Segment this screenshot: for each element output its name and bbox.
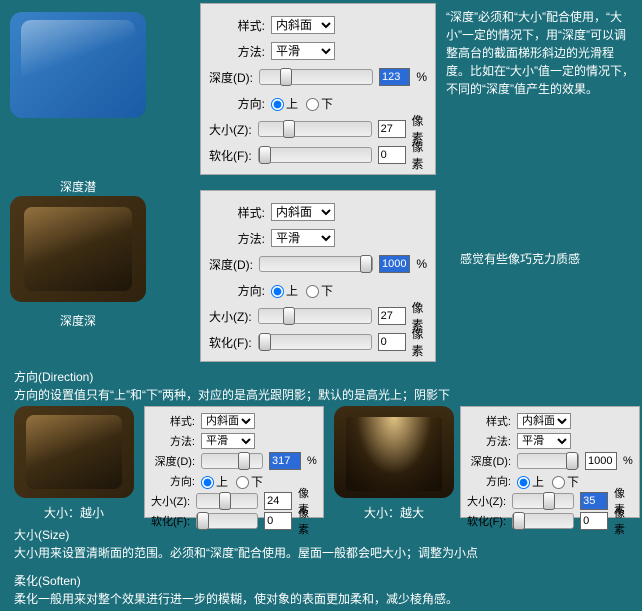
label-method: 方法: bbox=[209, 230, 265, 247]
slider-soft[interactable] bbox=[258, 147, 372, 163]
slider-size[interactable] bbox=[196, 493, 258, 509]
example-blue-deep-low bbox=[10, 12, 146, 118]
input-size[interactable] bbox=[580, 492, 608, 510]
label-depth: 深度(D): bbox=[151, 453, 195, 469]
label-depth: 深度(D): bbox=[209, 69, 253, 86]
slider-soft[interactable] bbox=[196, 513, 258, 529]
select-style[interactable]: 内斜面 bbox=[201, 413, 255, 429]
heading-soften: 柔化(Soften) bbox=[14, 572, 81, 589]
label-dir: 方向: bbox=[209, 282, 265, 299]
radio-down[interactable]: 下 bbox=[306, 95, 333, 112]
caption-b: 深度深 bbox=[10, 312, 146, 329]
label-dir: 方向: bbox=[151, 473, 195, 489]
label-size: 大小(Z): bbox=[209, 121, 252, 138]
label-method: 方法: bbox=[209, 43, 265, 60]
desc-direction: 方向的设置值只有“上”和“下”两种，对应的是高光跟阴影；默认的是高光上；阴影下 bbox=[14, 386, 624, 405]
unit-soft: 像素 bbox=[412, 138, 428, 172]
heading-direction: 方向(Direction) bbox=[14, 368, 93, 385]
slider-depth[interactable] bbox=[259, 256, 373, 272]
unit-soft: 像素 bbox=[412, 325, 428, 359]
unit-depth: % bbox=[307, 455, 317, 467]
label-style: 样式: bbox=[151, 413, 195, 429]
select-method[interactable]: 平滑 bbox=[201, 433, 255, 449]
unit-depth: % bbox=[416, 70, 427, 84]
input-size[interactable] bbox=[264, 492, 292, 510]
slider-depth[interactable] bbox=[517, 453, 579, 469]
caption-d: 大小：越大 bbox=[334, 504, 454, 521]
bevel-panel-a: 样式: 内斜面 方法: 平滑 深度(D):% 方向: 上下 大小(Z): 像素 软化(F… bbox=[200, 3, 436, 175]
slider-size[interactable] bbox=[258, 308, 372, 324]
label-method: 方法: bbox=[467, 433, 511, 449]
radio-down[interactable]: 下 bbox=[306, 282, 333, 299]
slider-size[interactable] bbox=[258, 121, 372, 137]
label-depth: 深度(D): bbox=[209, 256, 253, 273]
caption-c: 大小：越小 bbox=[14, 504, 134, 521]
slider-size[interactable] bbox=[512, 493, 574, 509]
unit-soft: 像素 bbox=[298, 505, 317, 537]
label-size: 大小(Z): bbox=[467, 493, 506, 509]
heading-size: 大小(Size) bbox=[14, 526, 69, 543]
bevel-panel-c: 样式:内斜面 方法:平滑 深度(D):% 方向:上下 大小(Z):像素 软化(F… bbox=[144, 406, 324, 518]
select-style[interactable]: 内斜面 bbox=[271, 16, 335, 34]
input-soft[interactable] bbox=[378, 146, 406, 164]
input-depth[interactable] bbox=[379, 255, 410, 273]
bevel-panel-d: 样式:内斜面 方法:平滑 深度(D):% 方向:上下 大小(Z):像素 软化(F… bbox=[460, 406, 640, 518]
unit-depth: % bbox=[416, 257, 427, 271]
radio-up[interactable]: 上 bbox=[271, 95, 298, 112]
label-depth: 深度(D): bbox=[467, 453, 511, 469]
desc-size: 大小用来设置清晰面的范围。必须和“深度”配合使用。屋面一般都会吧大小；调整为小点 bbox=[14, 544, 628, 563]
input-soft[interactable] bbox=[264, 512, 292, 530]
label-soft: 软化(F): bbox=[151, 513, 190, 529]
select-method[interactable]: 平滑 bbox=[271, 42, 335, 60]
input-depth[interactable] bbox=[269, 452, 301, 470]
caption-a: 深度潜 bbox=[10, 178, 146, 195]
radio-up[interactable]: 上 bbox=[201, 473, 228, 490]
input-size[interactable] bbox=[378, 307, 406, 325]
input-size[interactable] bbox=[378, 120, 406, 138]
example-brown-deep-high bbox=[10, 196, 146, 302]
input-depth[interactable] bbox=[379, 68, 410, 86]
select-method[interactable]: 平滑 bbox=[271, 229, 335, 247]
label-size: 大小(Z): bbox=[209, 308, 252, 325]
radio-down[interactable]: 下 bbox=[236, 473, 263, 490]
bevel-panel-b: 样式: 内斜面 方法: 平滑 深度(D):% 方向: 上下 大小(Z): 像素 软化(F… bbox=[200, 190, 436, 362]
example-size-small bbox=[14, 406, 134, 498]
label-style: 样式: bbox=[209, 17, 265, 34]
note-a: “深度”必须和“大小”配合使用，“大小”一定的情况下，用“深度”可以调整高台的截… bbox=[446, 8, 636, 98]
note-b: 感觉有些像巧克力质感 bbox=[460, 250, 630, 268]
label-size: 大小(Z): bbox=[151, 493, 190, 509]
example-size-large bbox=[334, 406, 454, 498]
desc-soften: 柔化一般用来对整个效果进行进一步的模糊，使对象的表面更加柔和，减少棱角感。 bbox=[14, 590, 628, 609]
label-dir: 方向: bbox=[467, 473, 511, 489]
unit-depth: % bbox=[623, 455, 633, 467]
unit-soft: 像素 bbox=[614, 505, 633, 537]
select-style[interactable]: 内斜面 bbox=[271, 203, 335, 221]
input-depth[interactable] bbox=[585, 452, 617, 470]
slider-depth[interactable] bbox=[201, 453, 263, 469]
slider-soft[interactable] bbox=[258, 334, 372, 350]
label-method: 方法: bbox=[151, 433, 195, 449]
label-soft: 软化(F): bbox=[209, 334, 252, 351]
input-soft[interactable] bbox=[580, 512, 608, 530]
radio-up[interactable]: 上 bbox=[271, 282, 298, 299]
slider-depth[interactable] bbox=[259, 69, 373, 85]
label-style: 样式: bbox=[467, 413, 511, 429]
select-method[interactable]: 平滑 bbox=[517, 433, 571, 449]
radio-up[interactable]: 上 bbox=[517, 473, 544, 490]
label-dir: 方向: bbox=[209, 95, 265, 112]
label-style: 样式: bbox=[209, 204, 265, 221]
select-style[interactable]: 内斜面 bbox=[517, 413, 571, 429]
input-soft[interactable] bbox=[378, 333, 406, 351]
label-soft: 软化(F): bbox=[209, 147, 252, 164]
radio-down[interactable]: 下 bbox=[552, 473, 579, 490]
label-soft: 软化(F): bbox=[467, 513, 506, 529]
slider-soft[interactable] bbox=[512, 513, 574, 529]
